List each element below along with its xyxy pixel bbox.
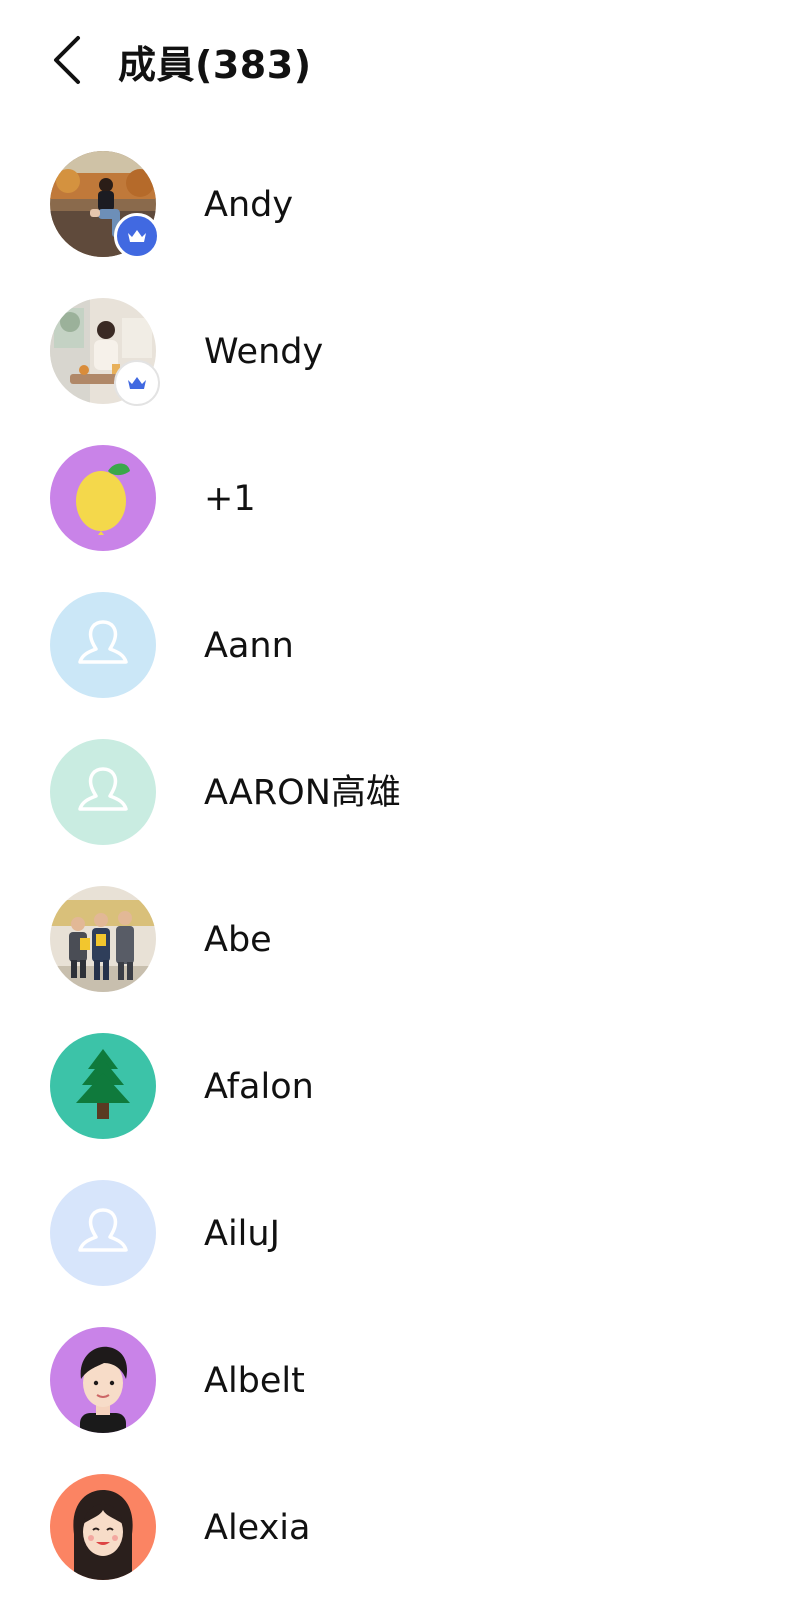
member-name: +1 (204, 479, 256, 519)
member-row-andy[interactable]: Andy (0, 130, 800, 277)
member-row-wendy[interactable]: Wendy (0, 277, 800, 424)
avatar (50, 1327, 156, 1433)
member-name: Afalon (204, 1067, 314, 1107)
avatar (50, 445, 156, 551)
avatar-wrap (50, 1327, 156, 1433)
member-name: Aann (204, 626, 294, 666)
default-person-icon (78, 1208, 128, 1252)
default-person-icon (78, 767, 128, 811)
back-button[interactable] (36, 30, 100, 94)
member-name: Alexia (204, 1508, 311, 1548)
avatar (50, 1180, 156, 1286)
avatar (50, 592, 156, 698)
member-row-afalon[interactable]: Afalon (0, 1012, 800, 1159)
avatar-wrap (50, 298, 160, 406)
member-name: Albelt (204, 1361, 305, 1401)
crown-icon (128, 377, 146, 389)
avatar (50, 886, 156, 992)
cartoon-woman-icon (73, 1490, 133, 1580)
avatar-wrap (50, 1474, 156, 1580)
default-person-icon (78, 620, 128, 664)
avatar (50, 739, 156, 845)
cartoon-man-icon (80, 1346, 128, 1433)
avatar-wrap (50, 1180, 156, 1286)
member-row-alexia[interactable]: Alexia (0, 1453, 800, 1600)
crown-badge (114, 213, 160, 259)
avatar-wrap (50, 886, 156, 992)
avatar-wrap (50, 151, 160, 259)
member-row-albelt[interactable]: Albelt (0, 1306, 800, 1453)
photo-three-men-suits (50, 886, 156, 992)
avatar (50, 1033, 156, 1139)
avatar (50, 1474, 156, 1580)
crown-icon (128, 230, 146, 242)
member-name: Wendy (204, 332, 324, 372)
member-row-aaron[interactable]: AARON高雄 (0, 718, 800, 865)
member-row-plus-one[interactable]: +1 (0, 424, 800, 571)
member-row-aann[interactable]: Aann (0, 571, 800, 718)
page-title: 成員(383) (118, 43, 312, 87)
chevron-left-icon (48, 32, 88, 92)
avatar-wrap (50, 1033, 156, 1139)
pine-tree-icon (76, 1049, 130, 1119)
member-row-ailuj[interactable]: AiluJ (0, 1159, 800, 1306)
member-name: Abe (204, 920, 272, 960)
member-row-abe[interactable]: Abe (0, 865, 800, 1012)
member-list: Andy Wendy +1 Aann AARON高雄 Abe Afalon Ai… (0, 130, 800, 1600)
lemon-icon (76, 463, 130, 535)
avatar-wrap (50, 592, 156, 698)
header: 成員(383) (0, 0, 800, 130)
avatar-wrap (50, 445, 156, 551)
crown-badge (114, 360, 160, 406)
avatar-wrap (50, 739, 156, 845)
member-name: Andy (204, 185, 294, 225)
member-name: AiluJ (204, 1214, 280, 1254)
member-name: AARON高雄 (204, 773, 401, 813)
